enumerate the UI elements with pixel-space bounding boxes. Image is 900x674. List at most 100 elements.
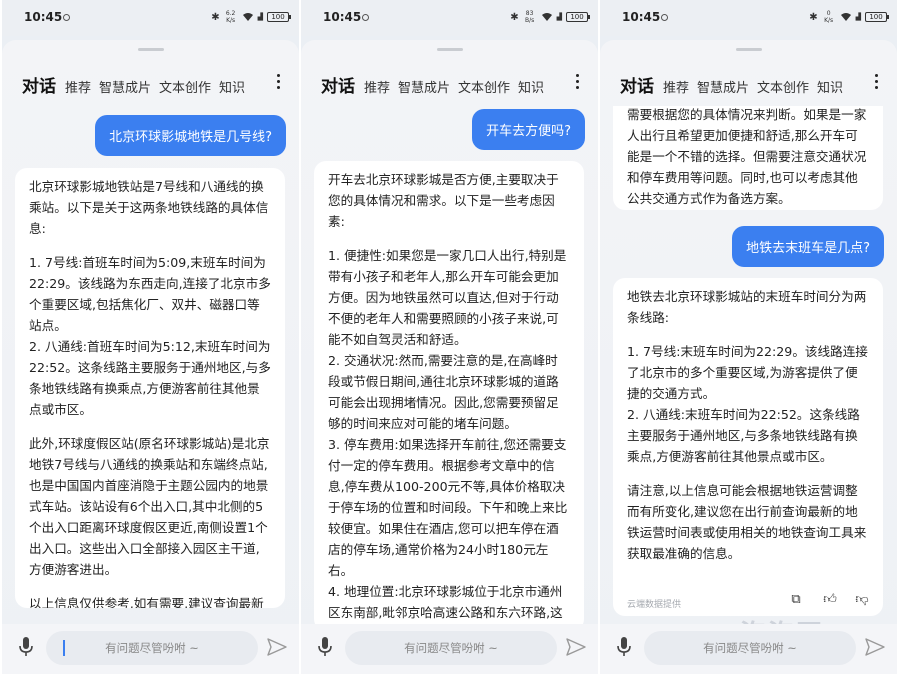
input-placeholder: 有问题尽管吩咐 ~ bbox=[105, 641, 199, 655]
assistant-reply: 地铁去北京环球影城站的末班车时间分为两条线路: 1. 7号线:末班车时间为22:… bbox=[613, 278, 883, 616]
reply-paragraph: 地铁去北京环球影城站的末班车时间分为两条线路: bbox=[627, 289, 867, 325]
sheet-drag-handle[interactable] bbox=[436, 48, 463, 51]
wifi-icon bbox=[541, 13, 552, 21]
tab-bar: 对话 推荐 智慧成片 文本创作 知识 bbox=[321, 72, 571, 98]
phone-screen-1: 10:45 ✱ 6.2 K/s ▟ 100 对话 推荐 智慧成片 文本创作 知识 北京环球… bbox=[2, 0, 299, 674]
tab-recommend[interactable]: 推荐 bbox=[364, 77, 390, 96]
status-time: 10:45 bbox=[323, 10, 362, 24]
status-dot-icon bbox=[362, 14, 369, 21]
send-icon[interactable] bbox=[267, 638, 287, 656]
status-bar: 10:45 ✱ 0 K/s ▟ 100 bbox=[600, 0, 897, 36]
thumbs-up-icon[interactable]: 👍︎ bbox=[821, 591, 839, 609]
tab-chat[interactable]: 对话 bbox=[620, 72, 654, 97]
user-message: 地铁去末班车是几点? bbox=[732, 226, 884, 267]
input-bar: 有问题尽管吩咐 ~ bbox=[600, 624, 897, 674]
assistant-sheet: 对话 推荐 智慧成片 文本创作 知识 北京环球影城地铁是几号线? 北京环球影城地铁站是7… bbox=[2, 40, 299, 674]
tab-text-creation[interactable]: 文本创作 bbox=[159, 77, 211, 96]
signal-icon: ▟ bbox=[855, 13, 861, 21]
network-speed: 6.2 K/s bbox=[225, 10, 236, 24]
reply-paragraph: 1. 便捷性:如果您是一家几口人出行,特别是带有小孩子和老年人,那么开车可能会更… bbox=[328, 248, 567, 347]
tab-smart-video[interactable]: 智慧成片 bbox=[99, 77, 151, 96]
sheet-drag-handle[interactable] bbox=[137, 48, 164, 51]
bluetooth-icon: ✱ bbox=[809, 11, 818, 23]
tab-chat[interactable]: 对话 bbox=[321, 72, 355, 97]
signal-icon: ▟ bbox=[556, 13, 562, 21]
sheet-drag-handle[interactable] bbox=[735, 48, 762, 51]
phone-screen-3: 10:45 ✱ 0 K/s ▟ 100 对话 推荐 智慧成片 文本创作 知识 需要根据您的… bbox=[600, 0, 897, 674]
thumbs-down-icon[interactable]: 👎︎ bbox=[853, 591, 871, 609]
assistant-reply: 北京环球影城地铁站是7号线和八通线的换乘站。以下是关于这两条地铁线路的具体信息:… bbox=[15, 168, 285, 608]
send-icon[interactable] bbox=[566, 638, 586, 656]
previous-reply-tail: 需要根据您的具体情况来判断。如果是一家人出行且希望更加便捷和舒适,那么开车可能是… bbox=[613, 106, 883, 210]
reply-paragraph: 此外,环球度假区站(原名环球影城站)是北京地铁7号线与八通线的换乘站和东端终点站… bbox=[29, 436, 270, 577]
status-time: 10:45 bbox=[622, 10, 661, 24]
send-icon[interactable] bbox=[865, 638, 885, 656]
battery-icon: 100 bbox=[865, 12, 889, 22]
message-input[interactable]: 有问题尽管吩咐 ~ bbox=[46, 631, 258, 665]
chat-area: 需要根据您的具体情况来判断。如果是一家人出行且希望更加便捷和舒适,那么开车可能是… bbox=[600, 106, 897, 624]
microphone-icon[interactable] bbox=[616, 636, 632, 658]
reply-paragraph: 需要根据您的具体情况来判断。如果是一家人出行且希望更加便捷和舒适,那么开车可能是… bbox=[627, 107, 867, 206]
tab-smart-video[interactable]: 智慧成片 bbox=[697, 77, 749, 96]
microphone-icon[interactable] bbox=[18, 636, 34, 658]
reply-paragraph: 1. 7号线:首班车时间为5:09,末班车时间为22:29。该线路为东西走向,连… bbox=[29, 255, 271, 333]
network-speed: 83 B/s bbox=[524, 10, 535, 24]
more-menu-icon[interactable] bbox=[873, 74, 879, 94]
tab-smart-video[interactable]: 智慧成片 bbox=[398, 77, 450, 96]
reply-paragraph: 北京环球影城地铁站是7号线和八通线的换乘站。以下是关于这两条地铁线路的具体信息: bbox=[29, 179, 269, 236]
reply-paragraph: 4. 地理位置:北京环球影城位于北京市通州区东南部,毗邻京哈高速公路和东六环路,… bbox=[328, 584, 563, 620]
chat-area: 开车去方便吗? 开车去北京环球影城是否方便,主要取决于您的具体情况和需求。以下是… bbox=[301, 106, 598, 624]
user-message: 北京环球影城地铁是几号线? bbox=[95, 115, 286, 156]
signal-icon: ▟ bbox=[257, 13, 263, 21]
phone-screen-2: 10:45 ✱ 83 B/s ▟ 100 对话 推荐 智慧成片 文本创作 知识 开车去方便… bbox=[301, 0, 598, 674]
input-bar: 有问题尽管吩咐 ~ bbox=[301, 624, 598, 674]
reply-paragraph: 请注意,以上信息可能会根据地铁运营调整而有所变化,建议您在出行前查询最新的地铁运… bbox=[627, 483, 867, 561]
tab-text-creation[interactable]: 文本创作 bbox=[757, 77, 809, 96]
message-input[interactable]: 有问题尽管吩咐 ~ bbox=[345, 631, 557, 665]
battery-icon: 100 bbox=[566, 12, 590, 22]
input-placeholder: 有问题尽管吩咐 ~ bbox=[703, 641, 797, 655]
status-dot-icon bbox=[63, 14, 70, 21]
data-source-label: 云端数据提供 bbox=[627, 600, 682, 610]
input-bar: 有问题尽管吩咐 ~ bbox=[2, 624, 299, 674]
bluetooth-icon: ✱ bbox=[211, 11, 220, 23]
reply-paragraph: 2. 交通状况:然而,需要注意的是,在高峰时段或节假日期间,通往北京环球影城的道… bbox=[328, 353, 559, 431]
copy-icon[interactable]: ⧉ bbox=[787, 591, 805, 609]
reply-paragraph: 1. 7号线:末班车时间为22:29。该线路连接了北京市的多个重要区域,为游客提… bbox=[627, 344, 868, 401]
reply-paragraph: 2. 八通线:末班车时间为22:52。这条线路主要服务于通州地区,与多条地铁线路… bbox=[627, 407, 860, 464]
status-icons: ✱ 0 K/s ▟ 100 bbox=[809, 8, 889, 26]
tab-recommend[interactable]: 推荐 bbox=[663, 77, 689, 96]
status-icons: ✱ 83 B/s ▟ 100 bbox=[510, 8, 590, 26]
input-placeholder: 有问题尽管吩咐 ~ bbox=[404, 641, 498, 655]
tab-knowledge[interactable]: 知识 bbox=[817, 77, 843, 96]
assistant-sheet: 对话 推荐 智慧成片 文本创作 知识 需要根据您的具体情况来判断。如果是一家人出行且希望… bbox=[600, 40, 897, 674]
reply-paragraph: 3. 停车费用:如果选择开车前往,您还需要支付一定的停车费用。根据参考文章中的信… bbox=[328, 437, 568, 578]
status-icons: ✱ 6.2 K/s ▟ 100 bbox=[211, 8, 291, 26]
tab-bar: 对话 推荐 智慧成片 文本创作 知识 bbox=[22, 72, 272, 98]
reply-footer: 云端数据提供 ⧉ 👍︎ 👎︎ bbox=[627, 584, 873, 616]
bluetooth-icon: ✱ bbox=[510, 11, 519, 23]
status-dot-icon bbox=[661, 14, 668, 21]
microphone-icon[interactable] bbox=[317, 636, 333, 658]
tab-recommend[interactable]: 推荐 bbox=[65, 77, 91, 96]
status-bar: 10:45 ✱ 83 B/s ▟ 100 bbox=[301, 0, 598, 36]
wifi-icon bbox=[242, 13, 253, 21]
assistant-reply: 开车去北京环球影城是否方便,主要取决于您的具体情况和需求。以下是一些考虑因素: … bbox=[314, 161, 584, 624]
assistant-sheet: 对话 推荐 智慧成片 文本创作 知识 开车去方便吗? 开车去北京环球影城是否方便,主要取… bbox=[301, 40, 598, 674]
more-menu-icon[interactable] bbox=[275, 74, 281, 94]
tab-knowledge[interactable]: 知识 bbox=[219, 77, 245, 96]
wifi-icon bbox=[840, 13, 851, 21]
status-bar: 10:45 ✱ 6.2 K/s ▟ 100 bbox=[2, 0, 299, 36]
reply-paragraph: 2. 八通线:首班车时间为5:12,末班车时间为22:52。这条线路主要服务于通… bbox=[29, 339, 271, 417]
message-input[interactable]: 有问题尽管吩咐 ~ bbox=[644, 631, 856, 665]
tab-knowledge[interactable]: 知识 bbox=[518, 77, 544, 96]
user-message: 开车去方便吗? bbox=[472, 109, 585, 150]
chat-area: 北京环球影城地铁是几号线? 北京环球影城地铁站是7号线和八通线的换乘站。以下是关… bbox=[2, 106, 299, 624]
more-menu-icon[interactable] bbox=[574, 74, 580, 94]
battery-icon: 100 bbox=[267, 12, 291, 22]
reply-paragraph: 开车去北京环球影城是否方便,主要取决于您的具体情况和需求。以下是一些考虑因素: bbox=[328, 172, 559, 229]
tab-chat[interactable]: 对话 bbox=[22, 72, 56, 97]
network-speed: 0 K/s bbox=[824, 10, 834, 24]
reply-paragraph: 以上信息仅供参考,如有需要,建议查询最新的地铁运营时间表或咨询相关部门。 bbox=[29, 596, 264, 608]
tab-text-creation[interactable]: 文本创作 bbox=[458, 77, 510, 96]
